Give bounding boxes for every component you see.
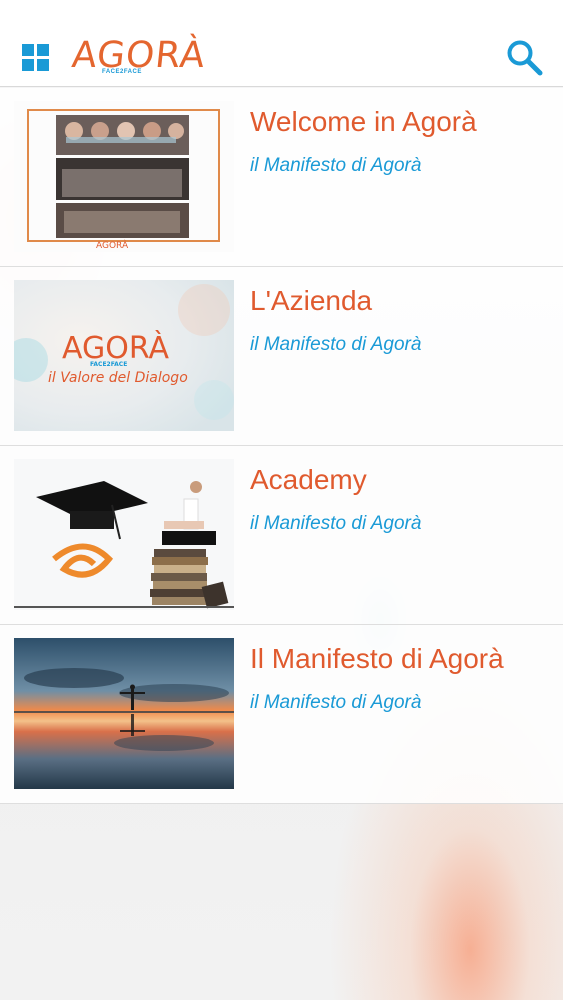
list-item-academy[interactable]: Academy il Manifesto di Agorà — [0, 446, 563, 625]
thumbnail-manifesto — [14, 638, 234, 789]
thumbnail-azienda: AGORÀ FACE2FACE il Valore del Dialogo — [14, 280, 234, 431]
item-subtitle: il Manifesto di Agorà — [250, 513, 422, 534]
item-subtitle: il Manifesto di Agorà — [250, 334, 422, 355]
list-item-azienda[interactable]: AGORÀ FACE2FACE il Valore del Dialogo L'… — [0, 267, 563, 446]
logo-subtext: FACE2FACE — [102, 69, 142, 75]
grid-menu-icon[interactable] — [22, 44, 49, 71]
thumbnail-welcome: AGORÀ — [14, 101, 234, 252]
thumb-caption: AGORÀ — [96, 239, 129, 251]
thumb-logo-sub: FACE2FACE — [90, 361, 127, 368]
search-icon[interactable] — [505, 38, 545, 78]
item-subtitle: il Manifesto di Agorà — [250, 155, 422, 176]
app-logo: AGORÀ FACE2FACE — [70, 34, 212, 82]
thumbnail-academy — [14, 459, 234, 610]
list-item-welcome[interactable]: AGORÀ Welcome in Agorà il Manifesto di A… — [0, 88, 563, 267]
item-title: Academy — [250, 464, 367, 495]
item-title: Welcome in Agorà — [250, 106, 477, 137]
item-title: Il Manifesto di Agorà — [250, 643, 504, 674]
list-item-manifesto[interactable]: Il Manifesto di Agorà il Manifesto di Ag… — [0, 625, 563, 804]
app-header: AGORÀ FACE2FACE — [0, 0, 563, 87]
thumb-tagline: il Valore del Dialogo — [48, 370, 188, 386]
content-list: AGORÀ Welcome in Agorà il Manifesto di A… — [0, 88, 563, 804]
item-title: L'Azienda — [250, 285, 373, 316]
item-subtitle: il Manifesto di Agorà — [250, 692, 422, 713]
